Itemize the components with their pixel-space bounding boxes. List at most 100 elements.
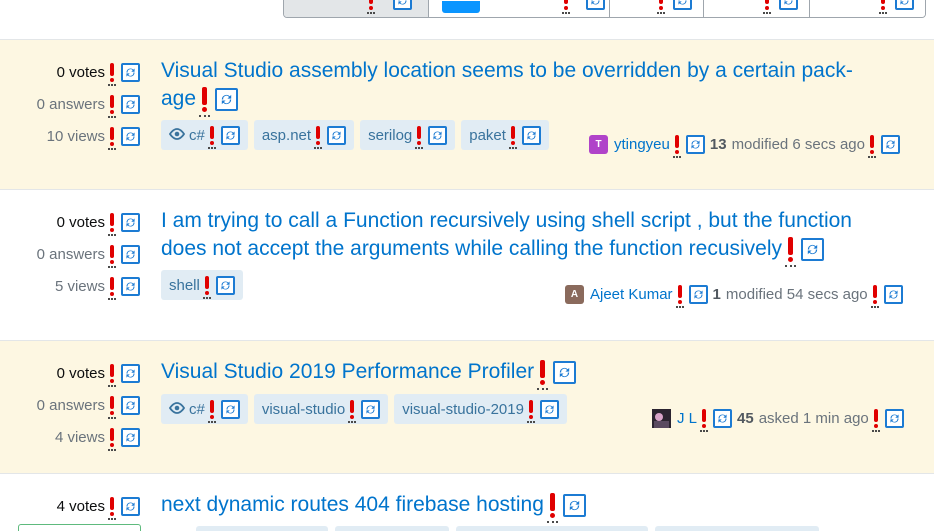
filter-tab-4[interactable] (703, 0, 809, 17)
exclamation-marker-icon (108, 61, 116, 86)
filter-tab-2[interactable] (428, 0, 609, 17)
tag-shell[interactable]: shell (161, 270, 243, 300)
exclamation-marker-icon (108, 426, 116, 451)
exclamation-marker-icon (348, 398, 357, 423)
reputation-score: 45 (737, 409, 754, 427)
question-title-link[interactable]: Visual Studio 2019 Performance Profiler (161, 358, 861, 391)
sync-icon[interactable] (121, 126, 140, 146)
tag-paket[interactable]: paket (461, 120, 549, 150)
exclamation-marker-icon (763, 0, 771, 14)
exclamation-marker-icon (108, 495, 116, 520)
question-title-link[interactable]: I am trying to call a Function recursive… (161, 207, 881, 268)
tag-partial[interactable] (655, 526, 819, 531)
exclamation-marker-icon (867, 133, 876, 158)
avatar[interactable] (652, 408, 671, 428)
exclamation-marker-icon (367, 0, 375, 14)
count-badge (442, 1, 480, 13)
exclamation-marker-icon (785, 235, 797, 268)
answer-count: 0 answers (0, 88, 140, 120)
exclamation-marker-icon (207, 124, 216, 149)
sync-icon[interactable] (215, 275, 235, 295)
exclamation-marker-icon (537, 358, 549, 391)
sync-icon[interactable] (883, 284, 903, 304)
sync-icon[interactable] (121, 363, 140, 383)
vote-count: 0 votes (0, 206, 140, 238)
sync-icon[interactable] (121, 94, 140, 114)
exclamation-marker-icon (508, 124, 517, 149)
exclamation-marker-icon (415, 124, 424, 149)
sync-icon[interactable] (121, 276, 140, 296)
exclamation-marker-icon (871, 407, 880, 432)
user-name-link[interactable]: Ajeet Kumar (590, 286, 673, 303)
sync-icon[interactable] (121, 212, 140, 232)
sync-icon[interactable] (895, 0, 914, 10)
user-card: J L 45 asked 1 min ago (652, 407, 904, 432)
exclamation-marker-icon (562, 0, 570, 14)
filter-tab-3[interactable] (609, 0, 703, 17)
filter-tab-5[interactable] (809, 0, 925, 17)
exclamation-marker-icon (207, 398, 216, 423)
user-name-link[interactable]: ytingyeu (614, 136, 670, 153)
sync-icon[interactable] (121, 395, 140, 415)
tag-partial[interactable] (196, 526, 328, 531)
activity-time-link[interactable]: modified 54 secs ago (726, 286, 868, 303)
activity-time-link[interactable]: modified 6 secs ago (732, 136, 865, 153)
tag-csharp[interactable]: c# (161, 394, 248, 424)
sync-icon[interactable] (215, 87, 239, 111)
sync-icon[interactable] (884, 408, 904, 428)
question-stats: 0 votes 0 answers 5 views (0, 206, 140, 302)
exclamation-marker-icon (108, 211, 116, 236)
sync-icon[interactable] (121, 496, 140, 516)
exclamation-marker-icon (199, 85, 211, 118)
sync-icon[interactable] (428, 125, 448, 145)
sync-icon[interactable] (539, 399, 559, 419)
sync-icon[interactable] (685, 134, 705, 154)
sync-icon[interactable] (779, 0, 798, 10)
view-count: 5 views (0, 270, 140, 302)
user-card: A Ajeet Kumar 1 modified 54 secs ago (565, 283, 903, 308)
user-name-link[interactable]: J L (677, 410, 697, 427)
tag-visual-studio[interactable]: visual-studio (253, 394, 389, 424)
tag-list: shell (161, 270, 243, 300)
sync-icon[interactable] (220, 399, 240, 419)
tag-partial[interactable] (335, 526, 449, 531)
answer-count: 0 answers (0, 389, 140, 421)
sync-icon[interactable] (521, 125, 541, 145)
view-count: 10 views (0, 120, 140, 152)
question-stats: 0 votes 0 answers 10 views (0, 56, 140, 152)
sync-icon[interactable] (801, 237, 825, 261)
sync-icon[interactable] (713, 408, 733, 428)
avatar[interactable]: T (589, 134, 608, 154)
sync-icon[interactable] (121, 62, 140, 82)
sync-icon[interactable] (121, 244, 140, 264)
tag-partial[interactable] (161, 526, 189, 531)
sync-icon[interactable] (327, 125, 347, 145)
sync-icon[interactable] (688, 284, 708, 304)
activity-time-link[interactable]: asked 1 min ago (759, 410, 869, 427)
sync-icon[interactable] (393, 0, 412, 10)
sync-icon[interactable] (586, 0, 605, 10)
avatar[interactable]: A (565, 284, 584, 304)
question-title-link[interactable]: Visual Studio assembly location seems to… (161, 57, 861, 118)
exclamation-marker-icon (546, 491, 558, 524)
sync-icon[interactable] (562, 493, 586, 517)
tag-serilog[interactable]: serilog (360, 120, 456, 150)
sync-icon[interactable] (220, 125, 240, 145)
sync-icon[interactable] (121, 427, 140, 447)
sync-icon[interactable] (673, 0, 692, 10)
filter-button-group (283, 0, 926, 18)
filter-tab-1[interactable] (284, 0, 428, 17)
question-summary: 4 votes next dynamic routes 404 firebase… (0, 474, 934, 531)
answer-count: 0 answers (0, 238, 140, 270)
question-title-link[interactable]: next dynamic routes 404 firebase hosting (161, 491, 861, 524)
tag-partial[interactable] (456, 526, 648, 531)
sync-icon[interactable] (361, 399, 381, 419)
view-count: 4 views (0, 421, 140, 453)
tag-csharp[interactable]: c# (161, 120, 248, 150)
tag-visual-studio-2019[interactable]: visual-studio-2019 (394, 394, 567, 424)
tag-aspnet[interactable]: asp.net (253, 120, 355, 150)
sync-icon[interactable] (553, 360, 577, 384)
answer-count-box (18, 524, 141, 531)
sync-icon[interactable] (880, 134, 900, 154)
eye-icon (168, 127, 186, 144)
